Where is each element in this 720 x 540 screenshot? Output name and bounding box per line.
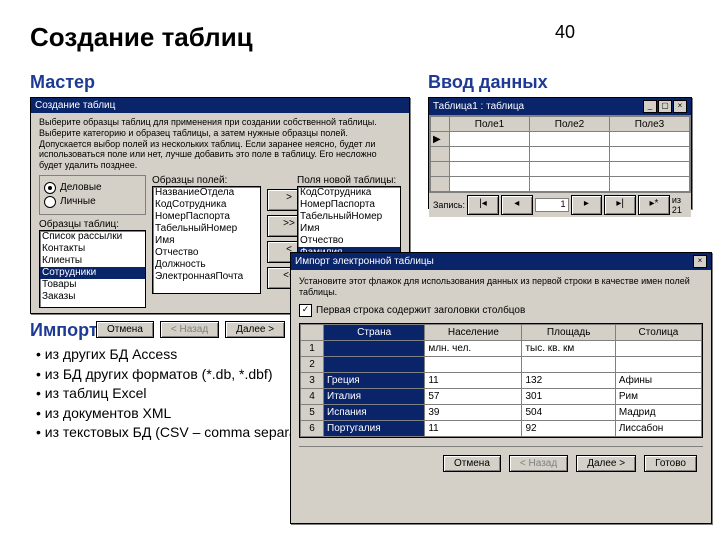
list-item[interactable]: Клиенты <box>40 255 145 267</box>
list-item[interactable]: КодСотрудника <box>153 199 260 211</box>
page-number: 40 <box>555 22 575 43</box>
radio-business[interactable]: Деловые <box>44 182 141 194</box>
datasheet-titlebar[interactable]: Таблица1 : таблица _ ▢ × <box>429 98 691 115</box>
list-item[interactable]: ТабельныйНомер <box>153 223 260 235</box>
row-selector[interactable]: ▶ <box>431 132 450 147</box>
radio-dot-icon <box>44 196 56 208</box>
import-intro: Установите этот флажок для использования… <box>299 276 703 298</box>
wizard-back-button[interactable]: < Назад <box>160 321 219 338</box>
list-item[interactable]: Должность <box>153 259 260 271</box>
maximize-icon[interactable]: ▢ <box>658 100 672 113</box>
wizard-intro: Выберите образцы таблиц для применения п… <box>39 117 401 171</box>
fields-list[interactable]: НазваниеОтдела КодСотрудника НомерПаспор… <box>152 186 261 294</box>
samples-list[interactable]: Список рассылки Контакты Клиенты Сотрудн… <box>39 230 146 308</box>
import-cancel-button[interactable]: Отмена <box>443 455 501 472</box>
list-item[interactable]: Список рассылки <box>40 231 145 243</box>
first-row-headers-label: Первая строка содержит заголовки столбцо… <box>316 305 525 316</box>
list-item[interactable]: Контакты <box>40 243 145 255</box>
newfields-label: Поля новой таблицы: <box>297 175 401 186</box>
section-input: Ввод данных <box>428 72 548 93</box>
import-next-button[interactable]: Далее > <box>576 455 636 472</box>
list-item[interactable]: ЭлектроннаяПочта <box>153 271 260 283</box>
list-item[interactable]: НазваниеОтдела <box>153 187 260 199</box>
radio-dot-icon <box>44 182 56 194</box>
list-item[interactable]: Отчество <box>298 235 400 247</box>
import-back-button[interactable]: < Назад <box>509 455 568 472</box>
wizard-title: Создание таблиц <box>35 100 115 111</box>
list-item[interactable]: Сотрудники <box>40 267 145 279</box>
list-item[interactable]: Заказы <box>40 291 145 303</box>
nav-last-button[interactable]: ▸| <box>604 195 636 215</box>
import-wizard-window: Импорт электронной таблицы × Установите … <box>290 252 712 524</box>
list-item[interactable]: Имя <box>298 223 400 235</box>
fields-label: Образцы полей: <box>152 175 261 186</box>
import-finish-button[interactable]: Готово <box>644 455 697 472</box>
nav-of-label: из 21 <box>672 195 687 215</box>
wizard-category-group: Деловые Личные <box>39 175 146 215</box>
wizard-next-button[interactable]: Далее > <box>225 321 285 338</box>
column-header[interactable]: Поле2 <box>530 117 610 132</box>
list-item[interactable]: КодСотрудника <box>298 187 400 199</box>
wizard-titlebar[interactable]: Создание таблиц <box>31 98 409 113</box>
record-navigator: Запись: |◂ ◂ 1 ▸ ▸| ▸* из 21 <box>429 193 691 217</box>
nav-new-button[interactable]: ▸* <box>638 195 670 215</box>
import-title: Импорт электронной таблицы <box>295 256 434 267</box>
column-header[interactable]: Поле1 <box>450 117 530 132</box>
list-item[interactable]: Товары <box>40 279 145 291</box>
nav-record-input[interactable]: 1 <box>535 198 569 212</box>
import-titlebar[interactable]: Импорт электронной таблицы × <box>291 253 711 270</box>
cell[interactable] <box>450 132 530 147</box>
first-row-headers-checkbox[interactable]: ✓ <box>299 304 312 317</box>
column-header[interactable]: Поле3 <box>610 117 690 132</box>
nav-first-button[interactable]: |◂ <box>467 195 499 215</box>
close-icon[interactable]: × <box>693 255 707 268</box>
datasheet-table[interactable]: Поле1 Поле2 Поле3 ▶ <box>430 116 690 192</box>
nav-next-button[interactable]: ▸ <box>571 195 603 215</box>
list-item[interactable]: НомерПаспорта <box>298 199 400 211</box>
column-header[interactable]: Столица <box>615 324 701 340</box>
wizard-cancel-button[interactable]: Отмена <box>96 321 154 338</box>
row-selector-header[interactable] <box>431 117 450 132</box>
import-preview-table[interactable]: СтранаНаселениеПлощадьСтолица1млн. чел.т… <box>299 323 703 438</box>
minimize-icon[interactable]: _ <box>643 100 657 113</box>
section-master: Мастер <box>30 72 95 93</box>
list-item[interactable]: Имя <box>153 235 260 247</box>
radio-business-label: Деловые <box>60 182 102 193</box>
samples-label: Образцы таблиц: <box>39 219 146 230</box>
datasheet-window: Таблица1 : таблица _ ▢ × Поле1 Поле2 Пол… <box>428 97 692 209</box>
list-item[interactable]: ТабельныйНомер <box>298 211 400 223</box>
radio-personal[interactable]: Личные <box>44 196 141 208</box>
radio-personal-label: Личные <box>60 196 96 207</box>
column-header[interactable]: Страна <box>324 324 425 340</box>
datasheet-title: Таблица1 : таблица <box>433 101 524 112</box>
slide-title: Создание таблиц <box>30 22 253 53</box>
nav-prev-button[interactable]: ◂ <box>501 195 533 215</box>
close-icon[interactable]: × <box>673 100 687 113</box>
column-header[interactable]: Население <box>425 324 522 340</box>
list-item[interactable]: НомерПаспорта <box>153 211 260 223</box>
list-item[interactable]: Отчество <box>153 247 260 259</box>
column-header[interactable]: Площадь <box>522 324 615 340</box>
nav-label: Запись: <box>433 200 465 210</box>
